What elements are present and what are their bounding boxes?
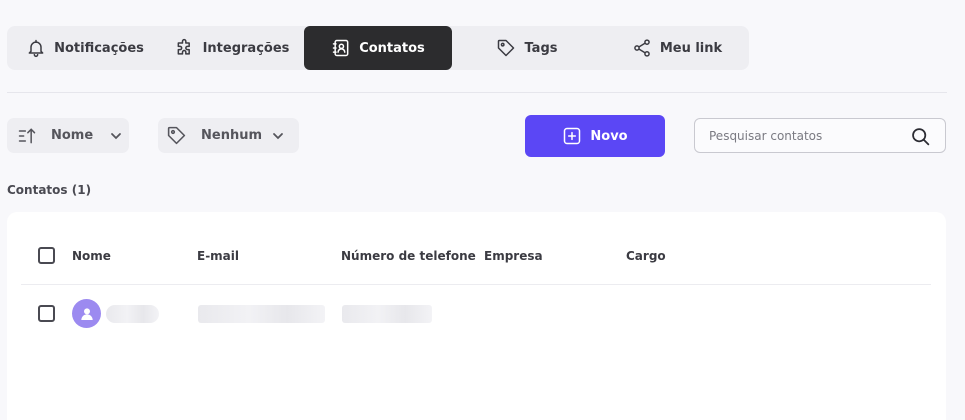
column-header-email[interactable]: E-mail	[197, 249, 239, 263]
contacts-icon	[332, 39, 349, 57]
sort-dropdown[interactable]: Nome	[7, 118, 129, 153]
column-header-telefone[interactable]: Número de telefone	[341, 249, 476, 263]
header-divider	[21, 284, 931, 285]
tab-meu-link[interactable]: Meu link	[617, 26, 737, 70]
new-button-label: Novo	[590, 128, 628, 144]
settings-tabs: Notificações Integrações Contatos Tags M…	[7, 26, 749, 70]
column-header-empresa[interactable]: Empresa	[484, 249, 543, 263]
new-contact-button[interactable]: Novo	[525, 115, 665, 157]
tag-filter-dropdown[interactable]: Nenhum	[158, 118, 299, 153]
row-checkbox[interactable]	[38, 305, 55, 322]
contacts-table: Nome E-mail Número de telefone Empresa C…	[7, 212, 946, 420]
column-header-nome[interactable]: Nome	[72, 249, 111, 263]
tag-filter-label: Nenhum	[201, 128, 263, 143]
share-icon	[633, 39, 650, 57]
redacted-name	[106, 305, 159, 323]
sort-label: Nome	[51, 128, 94, 143]
tag-icon	[167, 126, 186, 145]
avatar	[72, 299, 101, 328]
tab-label: Meu link	[659, 40, 723, 56]
contacts-count: Contatos (1)	[7, 183, 92, 197]
tab-label: Contatos	[359, 40, 425, 56]
tab-tags[interactable]: Tags	[477, 26, 577, 70]
tab-label: Integrações	[202, 40, 290, 56]
column-header-cargo[interactable]: Cargo	[626, 249, 666, 263]
bell-icon	[28, 39, 44, 58]
tab-integracoes[interactable]: Integrações	[167, 26, 297, 70]
divider	[7, 92, 947, 93]
plus-square-icon	[564, 127, 581, 145]
search-input[interactable]	[709, 127, 899, 145]
search-icon[interactable]	[910, 126, 931, 147]
tab-label: Tags	[524, 40, 558, 56]
tag-icon	[498, 39, 515, 57]
user-icon	[80, 307, 93, 320]
redacted-phone	[342, 305, 432, 323]
tab-label: Notificações	[54, 40, 144, 56]
chevron-down-icon	[111, 133, 121, 140]
tab-contatos[interactable]: Contatos	[304, 26, 452, 70]
search-box	[694, 118, 946, 153]
chevron-down-icon	[273, 133, 283, 140]
puzzle-icon	[177, 38, 190, 55]
select-all-checkbox[interactable]	[38, 247, 55, 264]
sort-icon	[18, 128, 36, 144]
tab-notificacoes[interactable]: Notificações	[15, 26, 155, 70]
redacted-email	[198, 305, 325, 323]
